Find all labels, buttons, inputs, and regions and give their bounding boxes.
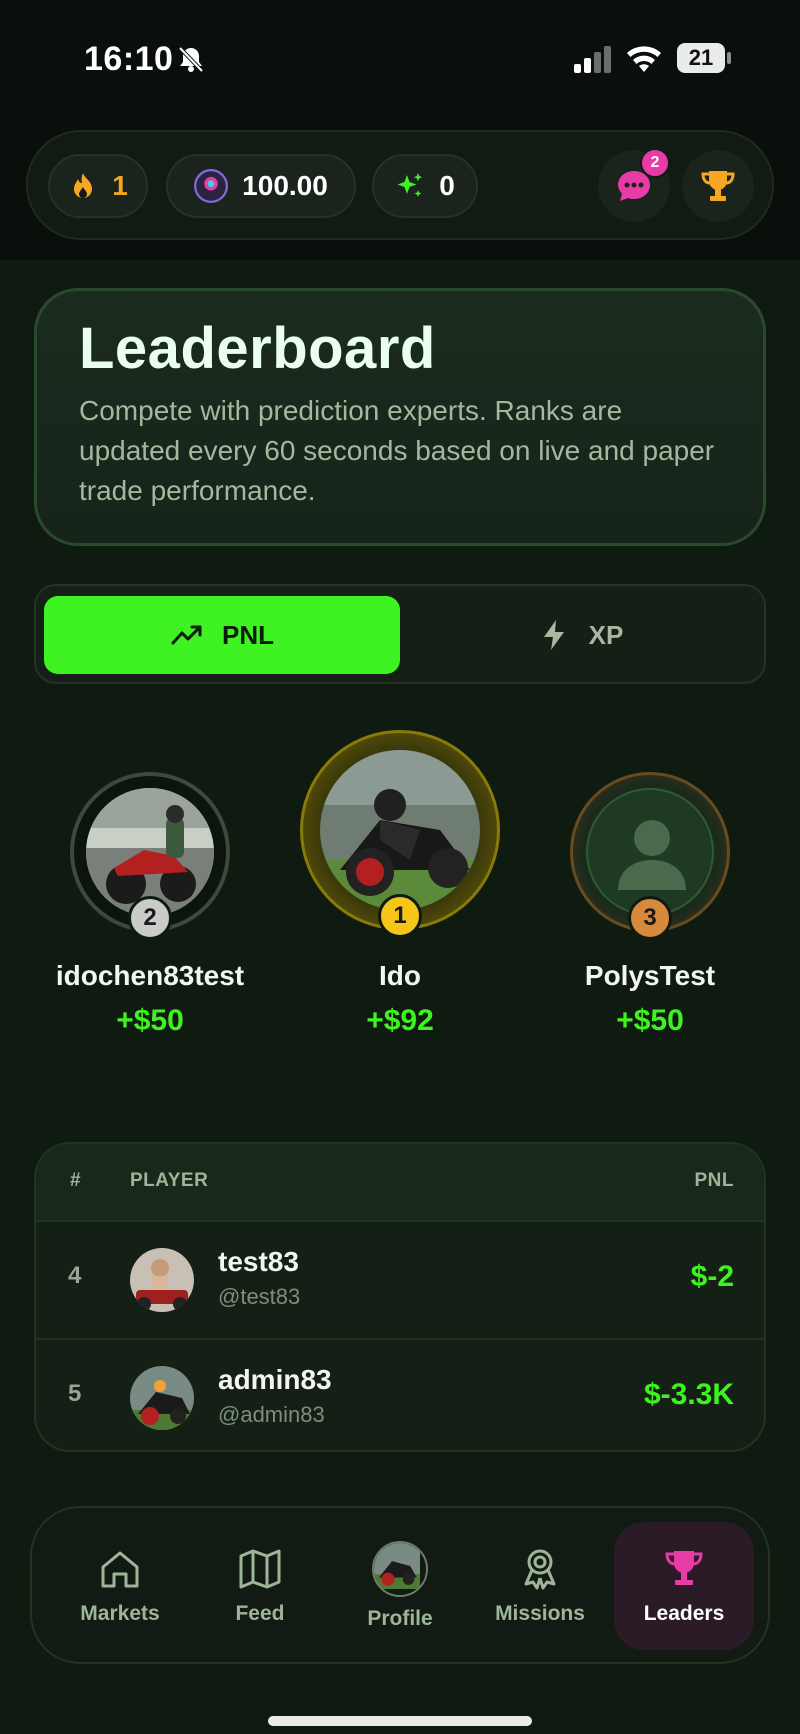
row-rank: 5 xyxy=(68,1380,82,1407)
nav-missions[interactable]: Missions xyxy=(470,1522,610,1650)
trophy-button[interactable] xyxy=(682,150,754,222)
column-pnl-header: PNL xyxy=(694,1170,734,1191)
player-pnl: $-3.3K xyxy=(643,1378,734,1411)
metric-toggle: PNL XP xyxy=(34,584,766,684)
flame-icon xyxy=(74,173,93,198)
leaderboard-intro-card: Leaderboard Compete with prediction expe… xyxy=(34,288,766,546)
avatar-photo-racing xyxy=(130,1366,194,1430)
nav-missions-label: Missions xyxy=(495,1602,585,1625)
page-subtitle: Compete with prediction experts. Ranks a… xyxy=(79,395,715,506)
map-icon xyxy=(239,1549,281,1589)
column-player-header: PLAYER xyxy=(130,1170,209,1191)
nav-feed[interactable]: Feed xyxy=(190,1522,330,1650)
award-ribbon-icon xyxy=(524,1549,556,1590)
rank-badge-gold: 1 xyxy=(378,894,422,938)
top-header: 1 100.00 0 2 xyxy=(0,120,800,260)
profile-avatar xyxy=(372,1541,428,1597)
wifi-icon xyxy=(627,46,661,72)
tab-xp-label: XP xyxy=(588,619,624,650)
streak-chip[interactable]: 1 xyxy=(48,154,148,218)
avatar xyxy=(320,750,480,910)
podium-pnl: +$50 xyxy=(616,1004,684,1037)
coin-balance-chip[interactable]: 100.00 xyxy=(166,154,356,218)
player-pnl: $-2 xyxy=(690,1260,734,1293)
player-name: admin83 xyxy=(218,1364,332,1395)
leaderboard-table: # PLAYER PNL 4 test83 @test83 $-2 5 admi… xyxy=(34,1142,766,1452)
table-row[interactable]: 5 admin83 @admin83 $-3.3K xyxy=(36,1338,764,1450)
header-pill: 1 100.00 0 2 xyxy=(26,130,774,240)
trophy-icon xyxy=(665,1551,703,1585)
table-row[interactable]: 4 test83 @test83 $-2 xyxy=(36,1222,764,1338)
nav-leaders[interactable]: Leaders xyxy=(614,1522,754,1650)
player-name: test83 xyxy=(218,1246,299,1277)
bottom-nav: Markets Feed Profile Missions Leaders xyxy=(30,1506,770,1664)
page-title: Leaderboard xyxy=(79,316,436,381)
avatar-photo-rider xyxy=(130,1248,194,1312)
status-time: 16:10 xyxy=(84,40,174,78)
nav-profile[interactable]: Profile xyxy=(330,1522,470,1650)
column-rank-header: # xyxy=(70,1170,82,1191)
status-bar: 16:10 21 xyxy=(0,0,800,120)
podium-pnl: +$92 xyxy=(366,1004,434,1037)
row-rank: 4 xyxy=(68,1262,82,1289)
tab-pnl-label: PNL xyxy=(222,619,274,650)
cellular-signal-icon xyxy=(574,46,611,73)
avatar xyxy=(130,1366,194,1430)
home-indicator[interactable] xyxy=(268,1716,532,1726)
coin-balance: 100.00 xyxy=(242,170,328,201)
bell-muted-icon xyxy=(178,46,204,73)
tab-pnl[interactable]: PNL xyxy=(44,596,400,674)
avatar xyxy=(130,1248,194,1312)
battery-indicator: 21 xyxy=(676,42,732,74)
lightning-icon xyxy=(543,620,564,650)
battery-level: 21 xyxy=(688,45,714,70)
player-handle: @test83 xyxy=(218,1284,301,1309)
home-icon xyxy=(101,1551,139,1588)
podium-name: Ido xyxy=(379,960,421,991)
avatar-photo-racing xyxy=(320,750,480,910)
nav-profile-label: Profile xyxy=(367,1607,433,1630)
nav-markets-label: Markets xyxy=(80,1602,160,1625)
sparkles-icon xyxy=(397,173,423,197)
podium-name: PolysTest xyxy=(584,960,716,991)
sparks-chip[interactable]: 0 xyxy=(372,154,478,218)
nav-markets[interactable]: Markets xyxy=(50,1522,190,1650)
trophy-icon xyxy=(701,171,735,201)
tab-xp[interactable]: XP xyxy=(402,596,758,674)
nav-leaders-label: Leaders xyxy=(643,1602,725,1625)
sparks-count: 0 xyxy=(439,170,455,201)
podium-name: idochen83test xyxy=(55,960,245,991)
trending-up-icon xyxy=(171,625,202,645)
avatar-photo-racing xyxy=(374,1543,420,1589)
rank-badge-bronze: 3 xyxy=(628,896,672,940)
chat-button[interactable]: 2 xyxy=(598,148,670,222)
nav-feed-label: Feed xyxy=(235,1602,285,1625)
polys-coin-icon xyxy=(194,169,229,203)
player-handle: @admin83 xyxy=(218,1402,325,1427)
chat-notification-badge: 2 xyxy=(640,148,670,178)
rank-badge-silver: 2 xyxy=(128,896,172,940)
streak-count: 1 xyxy=(112,170,128,201)
table-header: # PLAYER PNL xyxy=(36,1144,764,1222)
podium-pnl: +$50 xyxy=(116,1004,184,1037)
